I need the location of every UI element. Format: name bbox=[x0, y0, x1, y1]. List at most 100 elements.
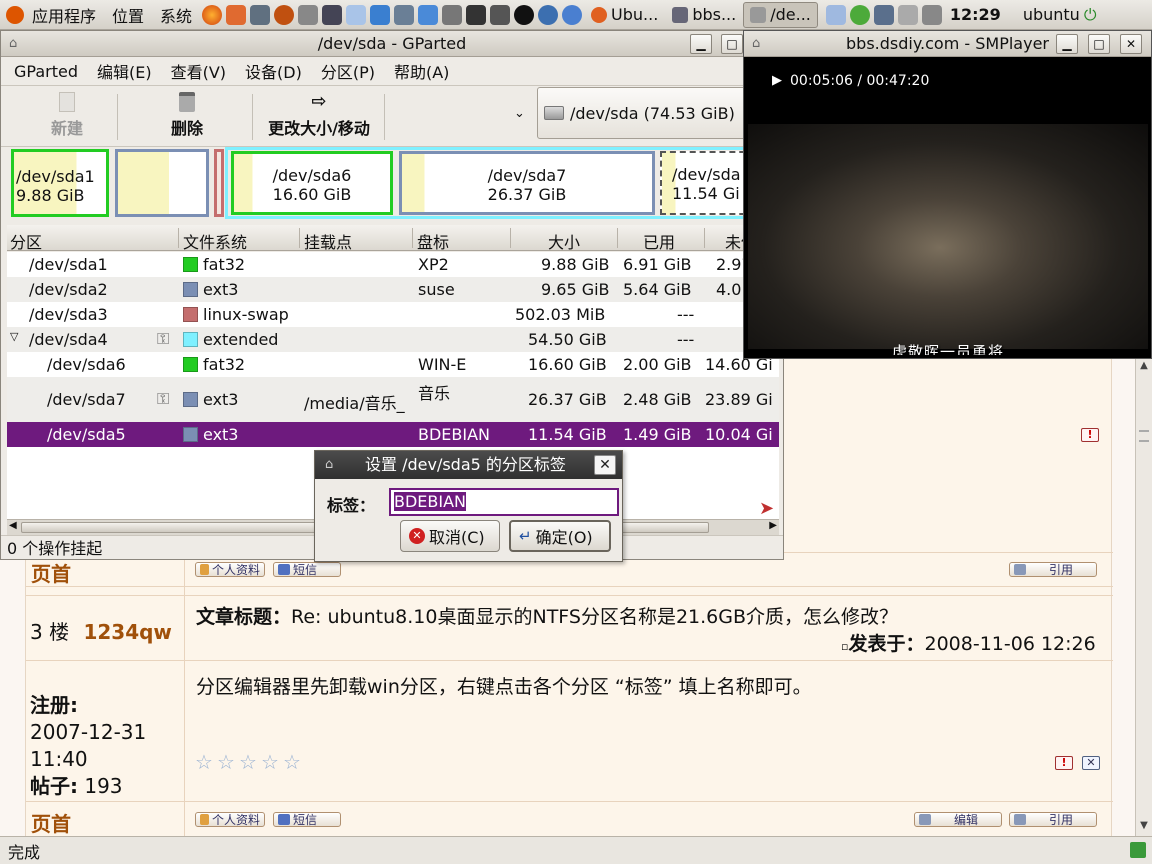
map-sda2[interactable] bbox=[115, 149, 209, 217]
circle-a-icon[interactable] bbox=[514, 4, 535, 25]
menu-applications[interactable]: 应用程序 bbox=[24, 3, 104, 27]
cell-label: WIN-E bbox=[418, 355, 467, 374]
expander-icon[interactable]: ▽ bbox=[10, 330, 18, 343]
map-sda3[interactable] bbox=[214, 149, 224, 217]
table-row[interactable]: /dev/sda7 ⚿ ext3 /media/音乐_ 音乐 26.37 GiB… bbox=[7, 377, 779, 422]
menu-help[interactable]: 帮助(A) bbox=[381, 59, 455, 83]
label-input[interactable]: BDEBIAN bbox=[389, 488, 619, 516]
keyboard-icon[interactable] bbox=[897, 4, 918, 25]
map-sda1[interactable]: /dev/sda1 9.88 GiB bbox=[11, 149, 109, 217]
table-row[interactable]: /dev/sda3 linux-swap 502.03 MiB --- bbox=[7, 302, 779, 327]
dialog-titlebar[interactable]: ⌂ 设置 /dev/sda5 的分区标签 ✕ bbox=[315, 451, 622, 479]
task-smplayer[interactable]: bbs... bbox=[665, 2, 743, 28]
screenshot-icon[interactable] bbox=[490, 4, 511, 25]
smplayer-window: ⌂ bbs.dsdiy.com - SMPlayer ▁ □ ✕ ▶ 00:05… bbox=[743, 30, 1152, 359]
col-partition[interactable]: 分区 bbox=[10, 229, 42, 253]
top-panel: 应用程序 位置 系统 Ubu... bbs... /de... 12:29 ub… bbox=[0, 0, 1152, 30]
col-filesystem[interactable]: 文件系统 bbox=[183, 229, 247, 253]
cell-partition: /dev/sda7 bbox=[47, 390, 126, 409]
back-to-top-link[interactable]: 页首 bbox=[31, 808, 71, 837]
menu-partition[interactable]: 分区(P) bbox=[308, 59, 381, 83]
logout-icon[interactable]: ⏻ bbox=[1084, 5, 1097, 25]
scroll-up-icon[interactable]: ▲ bbox=[1138, 360, 1150, 372]
notify-icon[interactable] bbox=[849, 4, 870, 25]
video-area[interactable]: ▶ 00:05:06 / 00:47:20 虎敬晖一员勇将 bbox=[748, 59, 1148, 355]
scroll-thumb[interactable] bbox=[1139, 430, 1149, 442]
message-button[interactable]: 短信 bbox=[273, 562, 341, 577]
delete-button[interactable]: 删除 bbox=[161, 92, 213, 139]
table-row[interactable]: ▽ /dev/sda4 ⚿ extended 54.50 GiB --- bbox=[7, 327, 779, 352]
media-launcher-icon[interactable] bbox=[274, 4, 295, 25]
gparted-titlebar[interactable]: ⌂ /dev/sda - GParted ▁ □ bbox=[1, 31, 783, 57]
camera-icon[interactable] bbox=[442, 4, 463, 25]
maximize-button[interactable]: □ bbox=[721, 34, 743, 54]
col-mountpoint[interactable]: 挂载点 bbox=[304, 229, 352, 253]
scroll-down-icon[interactable]: ▼ bbox=[1138, 820, 1150, 832]
scroll-left-icon[interactable]: ◀ bbox=[9, 520, 17, 531]
app-launcher-icon[interactable] bbox=[226, 4, 247, 25]
message-button[interactable]: 短信 bbox=[273, 812, 341, 827]
console-icon[interactable] bbox=[466, 4, 487, 25]
scroll-right-icon[interactable]: ▶ bbox=[769, 520, 777, 531]
firefox-icon[interactable] bbox=[202, 4, 223, 25]
table-row[interactable]: /dev/sda2 ext3 suse 9.65 GiB 5.64 GiB 4.… bbox=[7, 277, 779, 302]
menu-places[interactable]: 位置 bbox=[104, 3, 152, 27]
browser-icon[interactable] bbox=[538, 4, 559, 25]
menu-device[interactable]: 设备(D) bbox=[232, 59, 308, 83]
smplayer-close-button[interactable]: ✕ bbox=[1120, 34, 1142, 54]
cell-used: 5.64 GiB bbox=[623, 280, 692, 299]
resize-move-button[interactable]: ⇨ 更改大小/移动 bbox=[263, 92, 375, 139]
device-label: /dev/sda (74.53 GiB) bbox=[570, 103, 735, 123]
new-button[interactable]: 新建 bbox=[41, 92, 93, 139]
toolbar-overflow-icon[interactable]: ⌄ bbox=[514, 106, 525, 121]
report-icon[interactable]: ! bbox=[1081, 428, 1099, 442]
download-icon[interactable] bbox=[346, 4, 367, 25]
dialog-close-button[interactable]: ✕ bbox=[594, 455, 616, 475]
smplayer-maximize-button[interactable]: □ bbox=[1088, 34, 1110, 54]
window-menu-icon[interactable]: ⌂ bbox=[9, 31, 17, 57]
battery-icon[interactable] bbox=[322, 4, 343, 25]
cancel-button[interactable]: ✕ 取消(C) bbox=[400, 520, 500, 552]
menu-edit[interactable]: 编辑(E) bbox=[84, 59, 158, 83]
back-to-top-link[interactable]: 页首 bbox=[31, 558, 71, 587]
col-label[interactable]: 盘标 bbox=[417, 229, 449, 253]
smplayer-titlebar[interactable]: ⌂ bbs.dsdiy.com - SMPlayer ▁ □ ✕ bbox=[744, 31, 1151, 57]
delete-post-icon[interactable]: ✕ bbox=[1082, 756, 1100, 770]
panel-clock[interactable]: 12:29 bbox=[950, 5, 1001, 24]
network-status-icon[interactable] bbox=[873, 4, 894, 25]
network-icon[interactable] bbox=[394, 4, 415, 25]
table-row[interactable]: /dev/sda6 fat32 WIN-E 16.60 GiB 2.00 GiB… bbox=[7, 352, 779, 377]
bird-icon[interactable] bbox=[370, 4, 391, 25]
terminal-launcher-icon[interactable] bbox=[250, 4, 271, 25]
bluetooth-icon[interactable] bbox=[418, 4, 439, 25]
volume-icon[interactable] bbox=[921, 4, 942, 25]
report-icon[interactable]: ! bbox=[1055, 756, 1073, 770]
map-sda6[interactable]: /dev/sda6 16.60 GiB bbox=[231, 151, 393, 215]
ok-button[interactable]: ↵ 确定(O) bbox=[509, 520, 611, 552]
minimize-button[interactable]: ▁ bbox=[690, 34, 712, 54]
smplayer-window-icon[interactable]: ⌂ bbox=[752, 31, 760, 57]
profile-button[interactable]: 个人资料 bbox=[195, 562, 265, 577]
quote-button[interactable]: 引用 bbox=[1009, 562, 1097, 577]
panel-user[interactable]: ubuntu bbox=[1023, 5, 1080, 24]
film-icon[interactable] bbox=[298, 4, 319, 25]
help-icon[interactable] bbox=[562, 4, 583, 25]
menu-gparted[interactable]: GParted bbox=[1, 62, 84, 81]
post-author[interactable]: 1234qw bbox=[83, 620, 171, 644]
menu-view[interactable]: 查看(V) bbox=[158, 59, 232, 83]
profile-button[interactable]: 个人资料 bbox=[195, 812, 265, 827]
map-sda7[interactable]: /dev/sda7 26.37 GiB bbox=[399, 151, 655, 215]
task-firefox[interactable]: Ubu... bbox=[584, 2, 665, 28]
task-gparted[interactable]: /de... bbox=[743, 1, 818, 28]
posted-date: 2008-11-06 12:26 bbox=[924, 633, 1096, 655]
posts-label: 帖子: bbox=[30, 774, 78, 798]
edit-button[interactable]: 编辑 bbox=[914, 812, 1002, 827]
menu-system[interactable]: 系统 bbox=[152, 3, 200, 27]
col-size[interactable]: 大小 bbox=[548, 229, 580, 253]
smplayer-minimize-button[interactable]: ▁ bbox=[1056, 34, 1078, 54]
table-row[interactable]: /dev/sda1 fat32 XP2 9.88 GiB 6.91 GiB 2.… bbox=[7, 252, 779, 277]
table-row-selected[interactable]: /dev/sda5 ext3 BDEBIAN 11.54 GiB 1.49 Gi… bbox=[7, 422, 779, 447]
update-icon[interactable] bbox=[825, 4, 846, 25]
quote-button[interactable]: 引用 bbox=[1009, 812, 1097, 827]
col-used[interactable]: 已用 bbox=[643, 229, 675, 253]
